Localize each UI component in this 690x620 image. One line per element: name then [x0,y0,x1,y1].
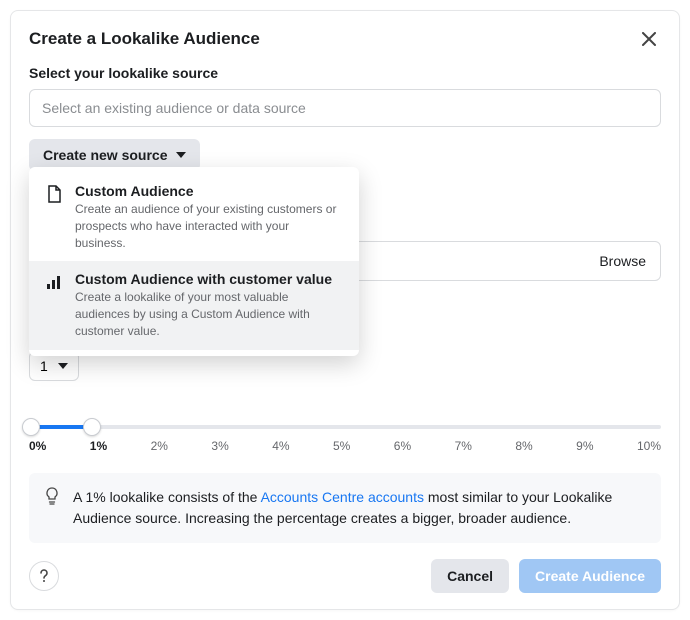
tick-label: 1% [90,439,107,453]
new-source-dropdown: Custom Audience Create an audience of yo… [29,167,359,356]
source-placeholder: Select an existing audience or data sour… [42,100,306,116]
tick-label: 7% [455,439,472,453]
info-text: A 1% lookalike consists of the Accounts … [73,487,645,529]
slider-thumb-end[interactable] [83,418,101,436]
caret-down-icon [58,363,68,369]
modal-create-lookalike: Create a Lookalike Audience Select your … [10,10,680,610]
modal-footer: Cancel Create Audience [29,559,661,593]
close-icon [642,32,656,46]
dropdown-item-desc: Create an audience of your existing cust… [75,201,343,251]
tick-label: 2% [151,439,168,453]
info-text-pre: A 1% lookalike consists of the [73,489,261,505]
dropdown-item-title: Custom Audience [75,183,343,199]
slider-track [29,425,661,429]
tick-label: 3% [211,439,228,453]
tick-label: 10% [637,439,661,453]
dropdown-item-title: Custom Audience with customer value [75,271,343,287]
tick-label: 5% [333,439,350,453]
dropdown-item-custom-audience[interactable]: Custom Audience Create an audience of yo… [29,173,359,261]
create-new-source-label: Create new source [43,147,168,163]
cancel-button[interactable]: Cancel [431,559,509,593]
dropdown-item-custom-audience-value[interactable]: Custom Audience with customer value Crea… [29,261,359,349]
tick-label: 0% [29,439,46,453]
source-select-input[interactable]: Select an existing audience or data sour… [29,89,661,127]
lightbulb-icon [45,487,61,529]
footer-actions: Cancel Create Audience [431,559,661,593]
accounts-centre-link[interactable]: Accounts Centre accounts [261,489,424,505]
audience-size-slider[interactable]: 0% 1% 2% 3% 4% 5% 6% 7% 8% 9% 10% [29,425,661,453]
modal-header: Create a Lookalike Audience [29,27,661,51]
slider-thumb-start[interactable] [22,418,40,436]
caret-down-icon [176,152,186,158]
document-icon [45,185,63,203]
number-value: 1 [40,358,48,374]
dropdown-item-text: Custom Audience Create an audience of yo… [75,183,343,251]
source-section-label: Select your lookalike source [29,65,661,81]
dropdown-item-text: Custom Audience with customer value Crea… [75,271,343,339]
tick-label: 8% [515,439,532,453]
bar-chart-icon [45,273,63,291]
browse-link[interactable]: Browse [599,253,646,269]
create-audience-button[interactable]: Create Audience [519,559,661,593]
help-button[interactable] [29,561,59,591]
slider-ticks: 0% 1% 2% 3% 4% 5% 6% 7% 8% 9% 10% [29,439,661,453]
tick-label: 6% [394,439,411,453]
tick-label: 9% [576,439,593,453]
modal-title: Create a Lookalike Audience [29,29,260,49]
close-button[interactable] [637,27,661,51]
info-box: A 1% lookalike consists of the Accounts … [29,473,661,543]
question-icon [39,569,49,583]
tick-label: 4% [272,439,289,453]
dropdown-item-desc: Create a lookalike of your most valuable… [75,289,343,339]
